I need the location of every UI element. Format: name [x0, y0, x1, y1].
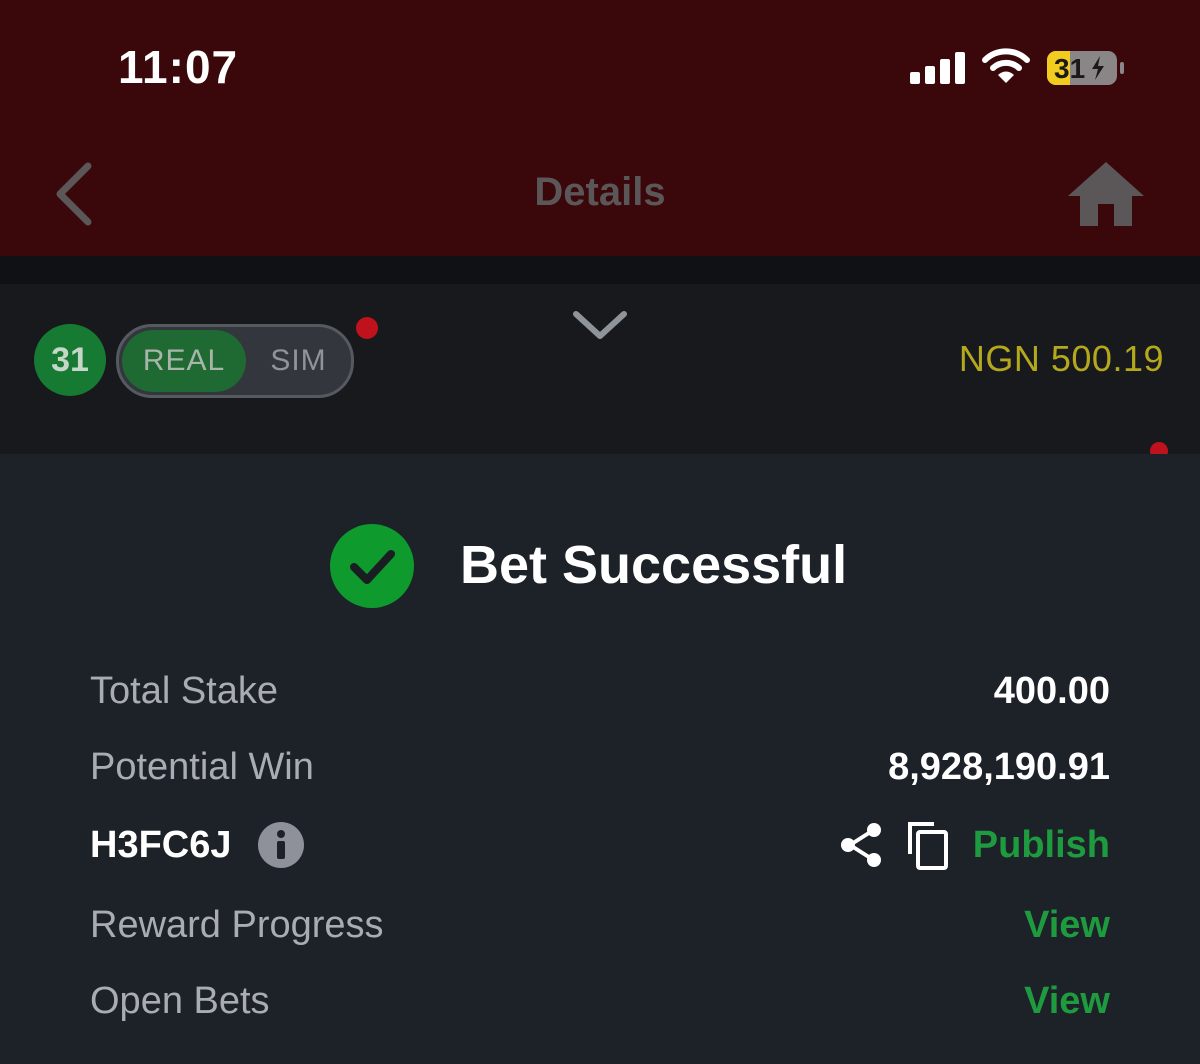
booking-code: H3FC6J [90, 824, 232, 866]
booking-code-row: H3FC6J Publish [90, 816, 1110, 876]
reward-progress-label: Reward Progress [90, 904, 384, 946]
home-icon[interactable] [1066, 160, 1146, 228]
success-header: Bet Successful [0, 524, 1200, 614]
check-circle-icon [330, 524, 414, 608]
info-icon[interactable] [258, 822, 304, 868]
status-time: 11:07 [118, 41, 239, 93]
signal-icon [910, 52, 965, 84]
app-header: 11:07 31 Details [0, 0, 1200, 256]
potential-win-label: Potential Win [90, 746, 314, 788]
open-bets-row: Open Bets View [90, 972, 1110, 1032]
potential-win-row: Potential Win 8,928,190.91 [90, 738, 1110, 798]
open-bets-label: Open Bets [90, 980, 270, 1022]
mode-real[interactable]: REAL [122, 330, 246, 392]
reward-progress-row: Reward Progress View [90, 896, 1110, 956]
real-sim-toggle[interactable]: REAL SIM [116, 324, 354, 398]
reward-progress-view-link[interactable]: View [1024, 904, 1110, 947]
total-stake-value: 400.00 [993, 670, 1110, 712]
account-bar: 31 REAL SIM NGN 500.19 [0, 284, 1200, 460]
wifi-icon [982, 48, 1030, 83]
publish-link[interactable]: Publish [973, 824, 1110, 867]
copy-icon[interactable] [906, 820, 950, 870]
notification-dot [356, 317, 378, 339]
open-bets-view-link[interactable]: View [1024, 980, 1110, 1023]
account-balance: NGN 500.19 [958, 338, 1164, 379]
share-icon[interactable] [838, 822, 884, 868]
potential-win-value: 8,928,190.91 [888, 746, 1110, 788]
divider [0, 256, 1200, 284]
screen: 11:07 31 Details 31 REAL SIM NGN 500.19 … [0, 0, 1200, 1064]
chevron-down-icon[interactable] [570, 306, 630, 346]
bet-success-sheet: Bet Successful Total Stake 400.00 Potent… [0, 454, 1200, 1064]
battery-level: 31 [1054, 53, 1085, 84]
page-title: Details [534, 170, 666, 214]
battery-icon: 31 [1047, 51, 1124, 85]
total-stake-label: Total Stake [90, 670, 278, 712]
success-title: Bet Successful [460, 535, 848, 595]
mode-sim[interactable]: SIM [246, 330, 351, 392]
total-stake-row: Total Stake 400.00 [90, 662, 1110, 722]
level-badge: 31 [34, 324, 106, 396]
